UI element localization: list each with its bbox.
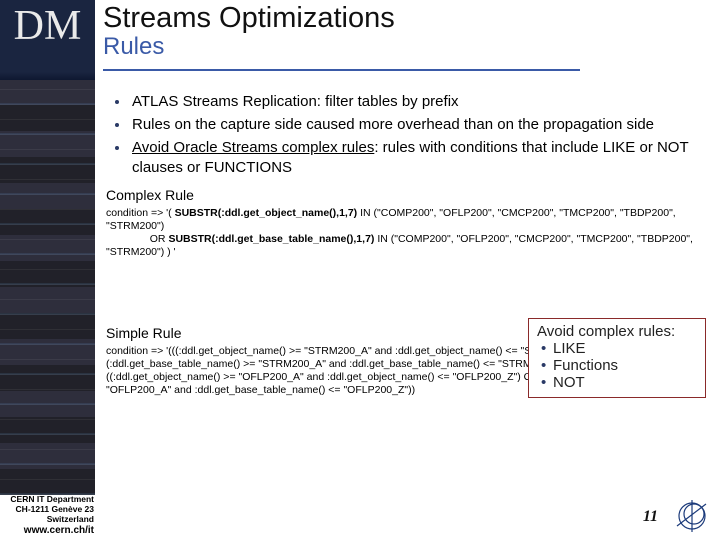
dm-text: DM [14,2,82,50]
warning-item: LIKE [537,340,697,357]
page-title: Streams Optimizations [103,2,712,35]
dm-badge: DM [0,0,95,80]
code-highlight: SUBSTR(:ddl.get_object_name(),1,7) [175,207,358,219]
footer-address: CERN IT Department CH-1211 Genève 23 Swi… [0,495,100,536]
complex-rule-code: condition => '( SUBSTR(:ddl.get_object_n… [106,207,704,260]
page-number: 11 [643,508,658,526]
footer-url: www.cern.ch/it [0,525,94,537]
header-banner: DM Streams Optimizations Rules CERNIT De… [0,0,720,80]
bullet-list: ATLAS Streams Replication: filter tables… [100,92,710,177]
bullet-item: Rules on the capture side caused more ov… [130,115,710,134]
sidebar-decorative-image [0,80,95,495]
code-highlight: SUBSTR(:ddl.get_base_table_name(),1,7) [168,233,374,245]
title-underline [103,69,580,71]
footer-line: Switzerland [0,515,94,525]
bullet-item: Avoid Oracle Streams complex rules: rule… [130,138,710,176]
logo-cern-text: CERN [649,22,679,32]
cern-logo-icon [672,496,712,536]
bullet-item: ATLAS Streams Replication: filter tables… [130,92,710,111]
warning-item: Functions [537,357,697,374]
warning-title: Avoid complex rules: [537,323,697,340]
cern-it-logo: CERNIT Department [649,4,711,44]
title-block: Streams Optimizations Rules [95,0,720,80]
footer: CERN IT Department CH-1211 Genève 23 Swi… [0,495,720,540]
warning-item: NOT [537,374,697,391]
warning-box: Avoid complex rules: LIKE Functions NOT [528,318,706,398]
page-subtitle: Rules [103,33,712,61]
complex-rule-label: Complex Rule [106,187,710,205]
avoid-phrase: Avoid Oracle Streams complex rules [132,139,374,156]
logo-dept-text: Department [649,33,711,44]
